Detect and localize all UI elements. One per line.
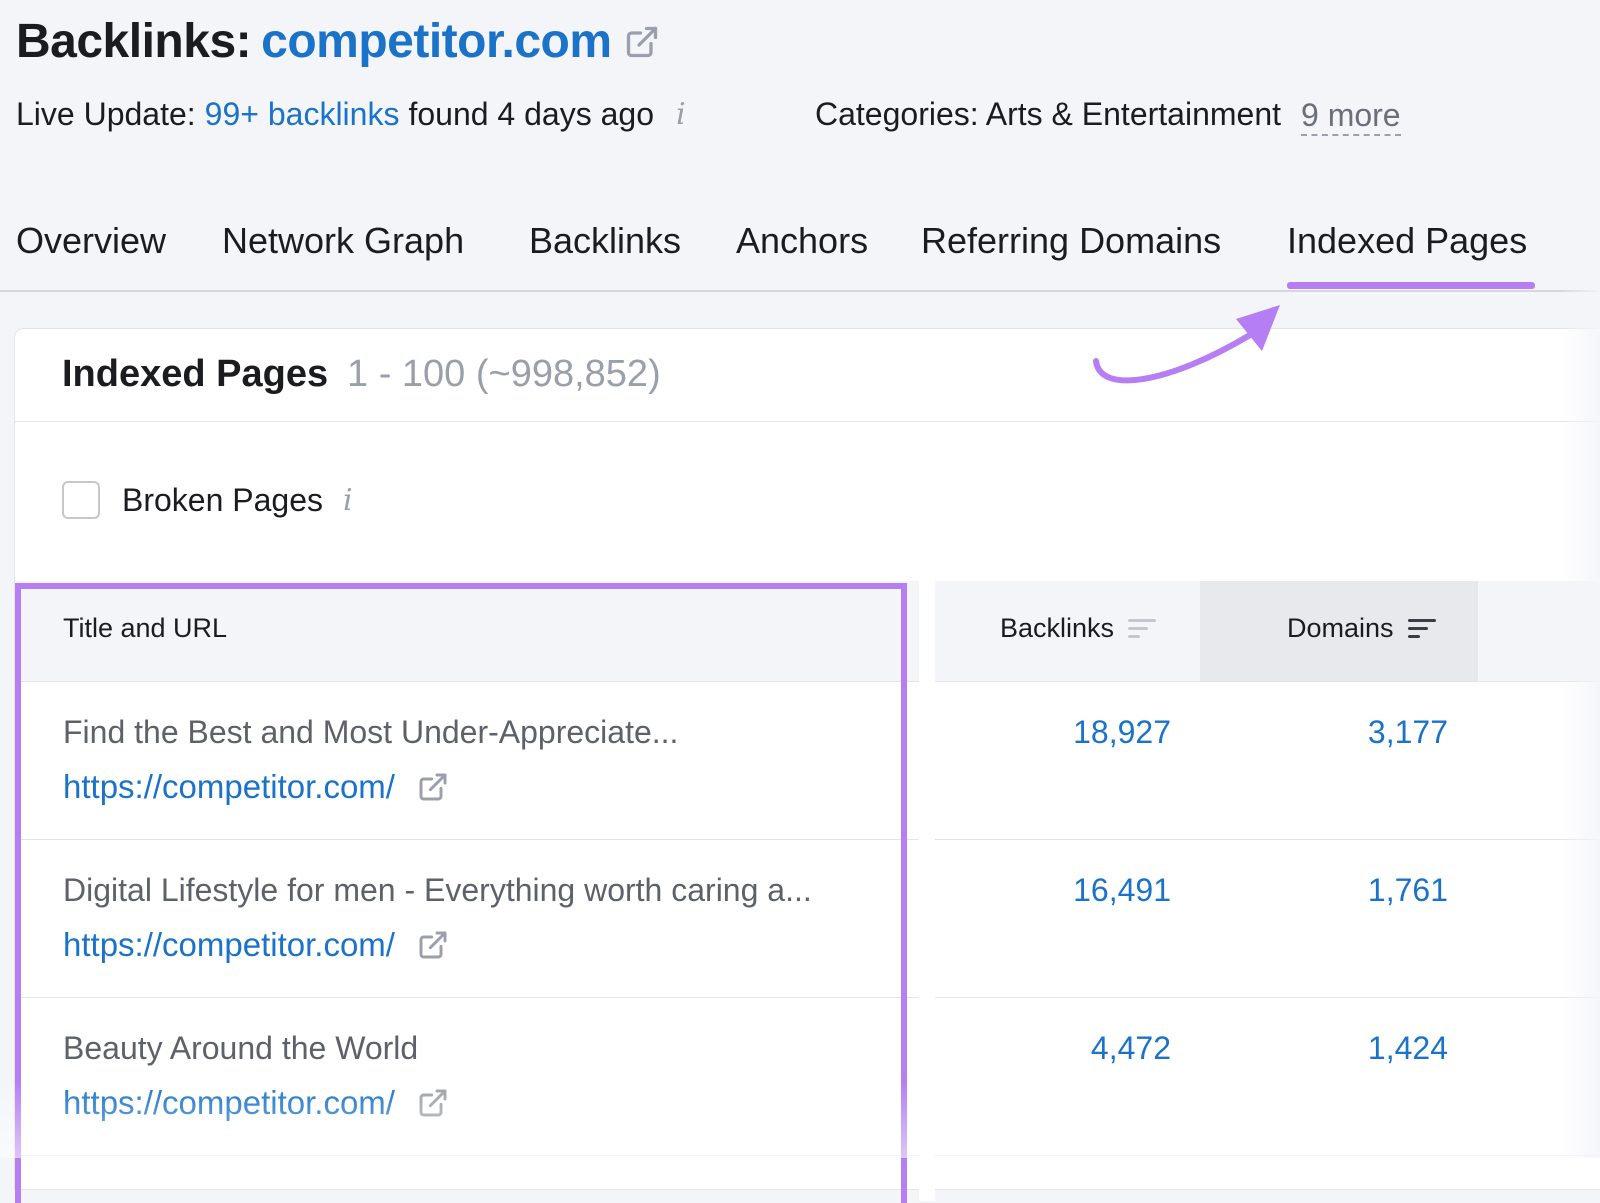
row-title: Digital Lifestyle for men - Everything w…	[63, 872, 812, 908]
live-label: Live Update:	[16, 96, 196, 132]
row-url-link[interactable]: https://competitor.com/	[63, 1084, 449, 1122]
backlinks-count-link[interactable]: 99+ backlinks	[205, 96, 400, 133]
card-header: Indexed Pages 1 - 100 (~998,852)	[15, 329, 1600, 422]
info-icon[interactable]: i	[676, 97, 686, 132]
table-row: Beauty Around the World https://competit…	[16, 998, 1600, 1156]
column-domains[interactable]: Domains	[1287, 613, 1436, 644]
backlinks-value[interactable]: 16,491	[971, 872, 1171, 909]
tab-network-graph[interactable]: Network Graph	[222, 220, 464, 262]
domains-value[interactable]: 1,424	[1248, 1030, 1448, 1067]
external-link-icon[interactable]	[417, 929, 449, 961]
tab-bar: Overview Network Graph Backlinks Anchors…	[0, 220, 1600, 292]
domains-value[interactable]: 1,761	[1248, 872, 1448, 909]
info-icon[interactable]: i	[343, 483, 353, 518]
table-row: Find the Best and Most Under-Appreciate.…	[16, 682, 1600, 840]
result-count: 1 - 100 (~998,852)	[347, 353, 661, 395]
table-row: Digital Lifestyle for men - Everything w…	[16, 840, 1600, 998]
column-backlinks[interactable]: Backlinks	[1000, 613, 1157, 644]
tab-referring-domains[interactable]: Referring Domains	[921, 220, 1221, 262]
sort-active-icon[interactable]	[1407, 617, 1436, 641]
live-update: Live Update: 99+ backlinks found 4 days …	[16, 96, 686, 133]
external-link-icon[interactable]	[417, 771, 449, 803]
row-url-link[interactable]: https://competitor.com/	[63, 768, 449, 806]
column-title-url[interactable]: Title and URL	[63, 613, 227, 644]
broken-pages-label: Broken Pages	[122, 481, 324, 518]
indexed-pages-card: Indexed Pages 1 - 100 (~998,852) Broken …	[14, 328, 1600, 1201]
broken-pages-filter[interactable]: Broken Pages i	[62, 481, 353, 519]
tab-anchors[interactable]: Anchors	[736, 220, 868, 262]
page-title: Backlinks: competitor.com	[16, 14, 660, 69]
table-header: Title and URL Backlinks Domains	[16, 581, 1600, 682]
card-title: Indexed Pages	[62, 353, 329, 395]
domains-value[interactable]: 3,177	[1248, 714, 1448, 751]
annotation-arrow-icon	[1093, 305, 1280, 384]
more-categories-link[interactable]: 9 more	[1301, 96, 1401, 136]
row-url-link[interactable]: https://competitor.com/	[63, 926, 449, 964]
title-prefix: Backlinks:	[16, 15, 252, 68]
backlinks-value[interactable]: 18,927	[971, 714, 1171, 751]
categories: Categories: Arts & Entertainment 9 more	[815, 96, 1401, 136]
broken-pages-checkbox[interactable]	[62, 481, 100, 519]
tab-backlinks[interactable]: Backlinks	[529, 220, 681, 262]
tab-indexed-pages[interactable]: Indexed Pages	[1287, 220, 1536, 289]
tab-overview[interactable]: Overview	[16, 220, 166, 262]
found-text: found 4 days ago	[408, 96, 654, 132]
external-link-icon[interactable]	[417, 1087, 449, 1119]
categories-label: Categories: Arts & Entertainment	[815, 96, 1281, 132]
backlinks-value[interactable]: 4,472	[971, 1030, 1171, 1067]
row-title: Beauty Around the World	[63, 1030, 419, 1066]
external-link-icon[interactable]	[624, 24, 660, 60]
domain-link[interactable]: competitor.com	[261, 14, 612, 69]
column-divider	[919, 581, 935, 1201]
sort-icon[interactable]	[1128, 617, 1157, 641]
row-title: Find the Best and Most Under-Appreciate.…	[63, 714, 679, 750]
